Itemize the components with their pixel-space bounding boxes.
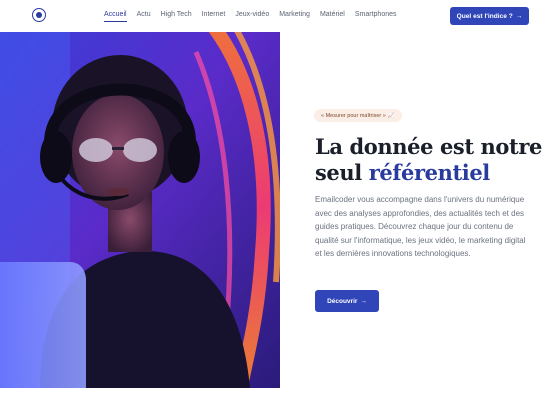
indice-cta-button[interactable]: Quel est l'indice ? → — [450, 7, 529, 25]
tagline-badge-text: « Mesurer pour maîtriser » — [321, 112, 386, 119]
title-line-2-plain: seul — [315, 160, 369, 185]
nav-item-accueil[interactable]: Accueil — [104, 11, 127, 22]
discover-button-label: Découvrir — [327, 297, 358, 305]
title-line-2-accent: référentiel — [368, 160, 491, 185]
nav-item-actu[interactable]: Actu — [137, 11, 151, 18]
nav-item-internet[interactable]: Internet — [202, 11, 226, 18]
nav-item-marketing[interactable]: Marketing — [279, 11, 310, 18]
page-title: La donnée est notre seul référentiel — [315, 134, 545, 186]
hero-description: Emailcoder vous accompagne dans l'univer… — [315, 195, 526, 258]
logo-icon[interactable] — [32, 8, 46, 22]
indice-cta-label: Quel est l'indice ? — [456, 12, 513, 20]
tagline-badge: « Mesurer pour maîtriser » 📈 — [314, 109, 402, 122]
nav-item-high-tech[interactable]: High Tech — [161, 11, 192, 18]
title-line-1: La donnée est notre — [315, 134, 542, 159]
logo-dot — [36, 12, 42, 18]
hero-image — [0, 32, 280, 388]
nav-item-smartphones[interactable]: Smartphones — [355, 11, 397, 18]
arrow-right-icon: → — [360, 297, 367, 305]
gamer-illustration — [0, 32, 280, 388]
nav-item-jeux-video[interactable]: Jeux-vidéo — [235, 11, 269, 18]
main-nav: Accueil Actu High Tech Internet Jeux-vid… — [104, 11, 397, 22]
discover-button[interactable]: Découvrir → — [315, 290, 379, 312]
site-header: Accueil Actu High Tech Internet Jeux-vid… — [0, 0, 560, 32]
arrow-right-icon: → — [515, 12, 523, 20]
nav-item-materiel[interactable]: Matériel — [320, 11, 345, 18]
chart-up-icon: 📈 — [387, 112, 395, 119]
